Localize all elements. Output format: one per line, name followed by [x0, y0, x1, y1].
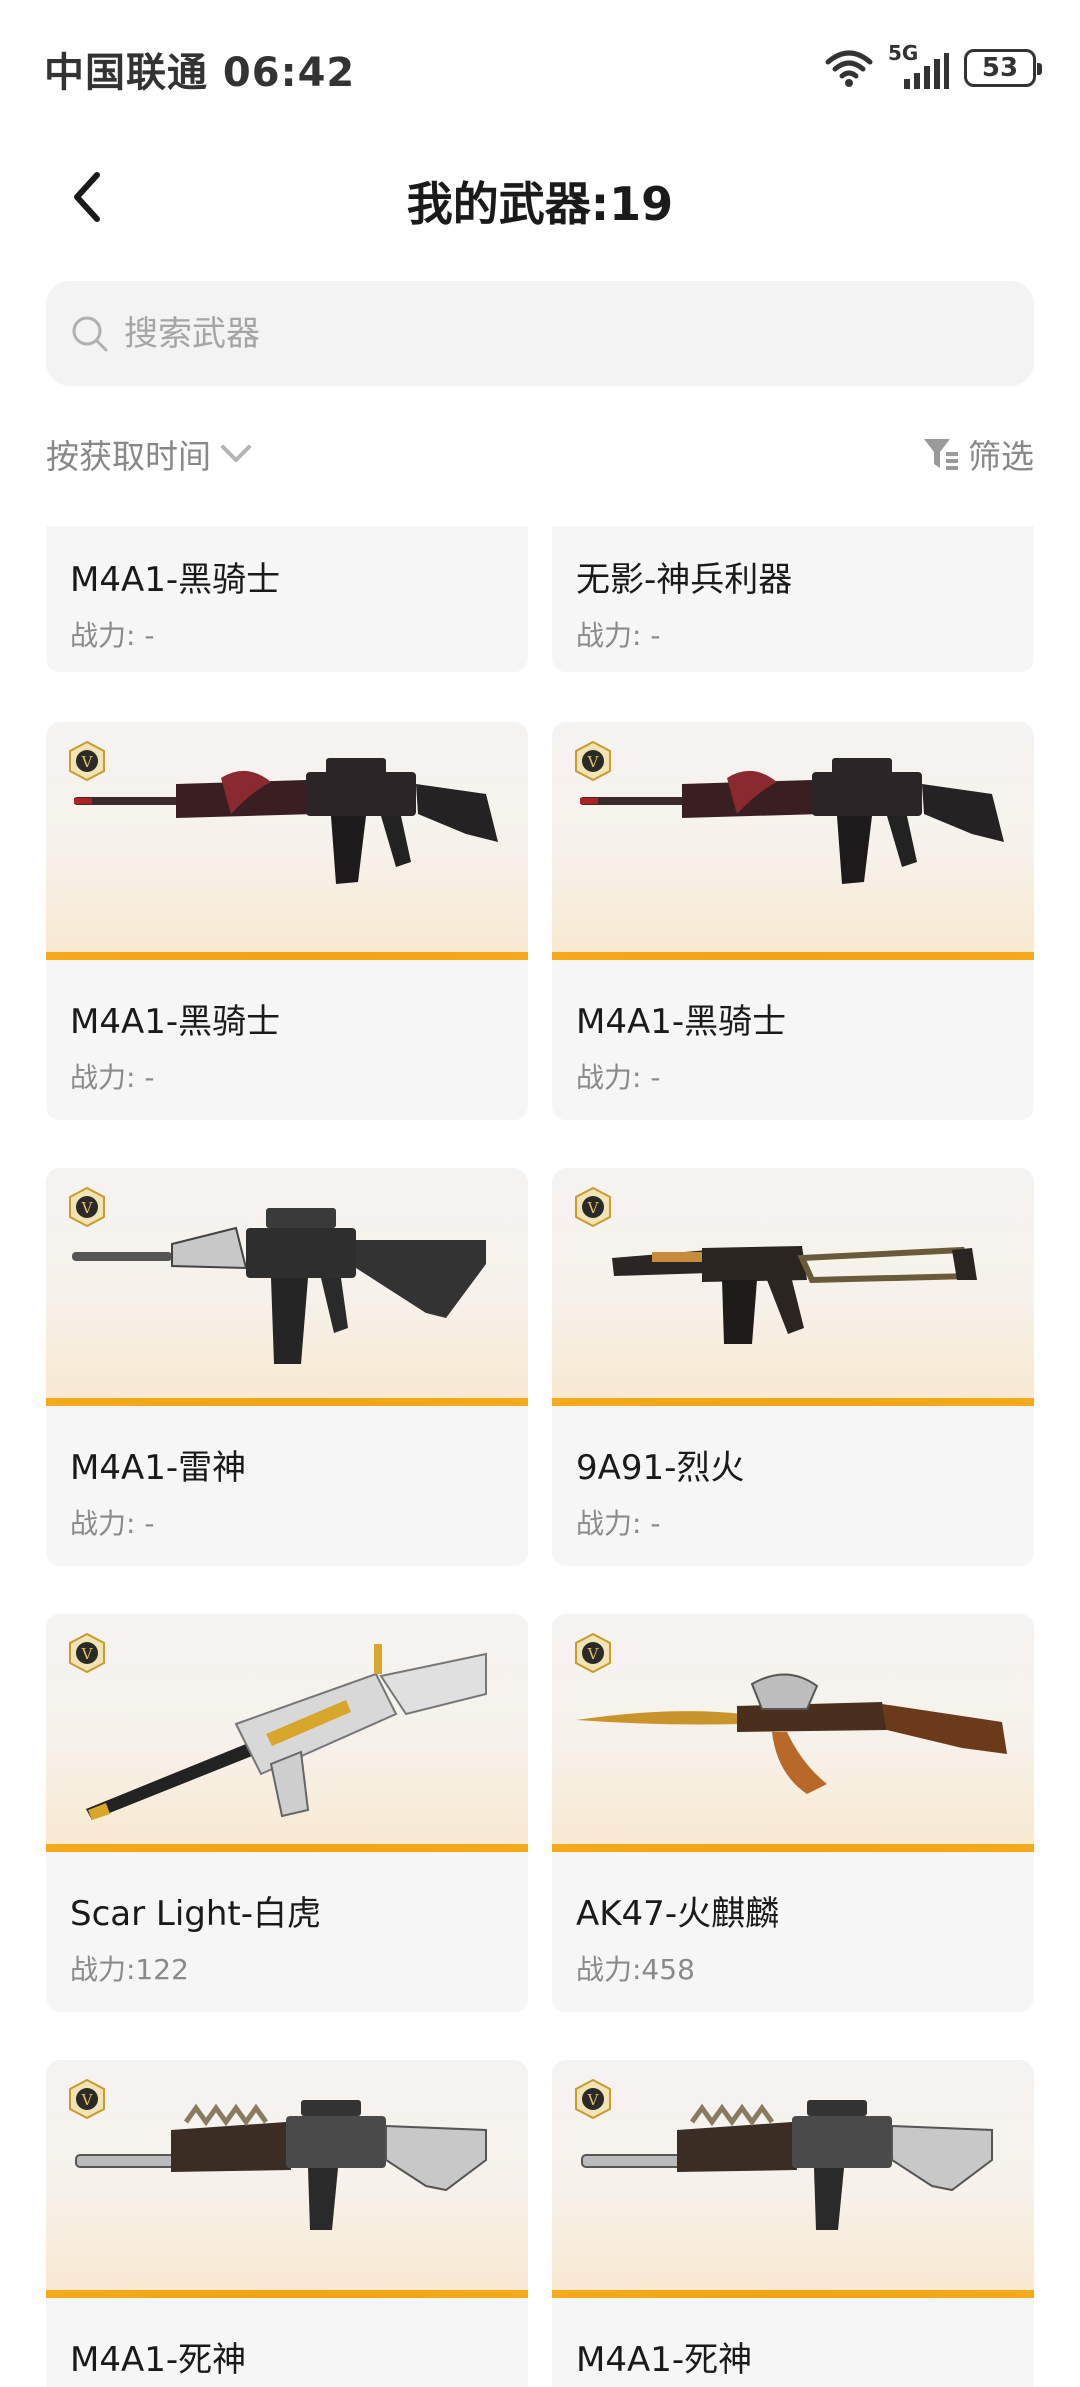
- search-icon: [72, 316, 108, 351]
- chevron-down-icon: [221, 445, 251, 462]
- weapon-image: V: [552, 722, 1034, 960]
- weapon-image: V: [552, 2060, 1034, 2298]
- weapon-name: M4A1-黑骑士: [70, 560, 281, 600]
- funnel-icon: [924, 439, 958, 470]
- battery-icon: 53: [964, 49, 1042, 87]
- weapon-power: 战力:458: [576, 1953, 695, 1986]
- page-title: 我的武器:19: [406, 177, 674, 231]
- weapon-card[interactable]: M4A1-黑骑士 战力: -: [46, 526, 528, 672]
- weapon-card[interactable]: V 9A91-烈火 战力: -: [552, 1168, 1034, 1566]
- rifle-icon: [576, 1673, 1007, 1794]
- weapon-name: 9A91-烈火: [576, 1448, 745, 1488]
- filter-label: 筛选: [968, 437, 1034, 476]
- nav-bar: 我的武器:19: [0, 140, 1080, 260]
- weapon-card[interactable]: V M4A1-雷神 战力: -: [46, 1168, 528, 1566]
- rifle-icon: [580, 758, 1004, 884]
- weapon-name: AK47-火麒麟: [576, 1894, 780, 1934]
- status-bar: 中国联通 06:42 5G 53: [0, 0, 1080, 130]
- weapon-image: V: [46, 1614, 528, 1852]
- weapon-name: M4A1-死神: [70, 2340, 247, 2380]
- weapon-name: M4A1-黑骑士: [70, 1002, 281, 1042]
- weapon-card[interactable]: V AK47-火麒麟 战力:458: [552, 1614, 1034, 2012]
- rifle-icon: [72, 1208, 486, 1364]
- weapon-image: V: [46, 1168, 528, 1406]
- weapon-image: V: [552, 1168, 1034, 1406]
- weapon-image: V: [46, 722, 528, 960]
- status-icons: 5G 53: [824, 41, 1042, 92]
- rifle-icon: [75, 2100, 487, 2230]
- sort-label: 按获取时间: [46, 437, 211, 476]
- weapon-image: V: [46, 2060, 528, 2298]
- rifle-icon: [74, 758, 498, 884]
- weapon-power: 战力: -: [70, 619, 155, 652]
- weapon-card[interactable]: V Scar Light-白虎 战力:122: [46, 1614, 528, 2012]
- weapon-power: 战力: -: [576, 1507, 661, 1540]
- weapon-name: Scar Light-白虎: [70, 1894, 322, 1934]
- filter-button[interactable]: 筛选: [922, 430, 1034, 478]
- weapon-power: 战力: -: [576, 1061, 661, 1094]
- weapon-power: 战力: -: [576, 619, 661, 652]
- rifle-icon: [86, 1644, 487, 1820]
- weapon-power: 战力: -: [70, 1061, 155, 1094]
- weapon-card[interactable]: V M4A1-死神: [552, 2060, 1034, 2387]
- weapon-card[interactable]: V M4A1-黑骑士 战力: -: [46, 722, 528, 1120]
- weapon-card[interactable]: V M4A1-黑骑士 战力: -: [552, 722, 1034, 1120]
- weapon-name: 无影-神兵利器: [576, 560, 793, 600]
- cellular-signal-icon: 5G: [888, 41, 950, 91]
- weapon-name: M4A1-雷神: [70, 1448, 247, 1488]
- smg-icon: [612, 1246, 977, 1344]
- weapon-list: M4A1-黑骑士 战力: - 无影-神兵利器 战力: - V M4A1-黑骑士 …: [0, 526, 1080, 2387]
- weapon-card[interactable]: V M4A1-死神: [46, 2060, 528, 2387]
- weapon-power: 战力: -: [70, 1507, 155, 1540]
- weapon-name: M4A1-死神: [576, 2340, 753, 2380]
- sort-dropdown[interactable]: 按获取时间: [46, 430, 253, 478]
- search-input[interactable]: [124, 313, 974, 354]
- search-bar[interactable]: [46, 281, 1034, 386]
- weapon-power: 战力:122: [70, 1953, 189, 1986]
- carrier-and-time: 中国联通 06:42: [44, 50, 356, 96]
- wifi-icon: [825, 50, 873, 87]
- battery-level: 53: [981, 53, 1019, 83]
- filter-row: 按获取时间 筛选: [46, 430, 1034, 486]
- rifle-icon: [581, 2100, 993, 2230]
- weapon-name: M4A1-黑骑士: [576, 1002, 787, 1042]
- weapon-card[interactable]: 无影-神兵利器 战力: -: [552, 526, 1034, 672]
- weapon-image: V: [552, 1614, 1034, 1852]
